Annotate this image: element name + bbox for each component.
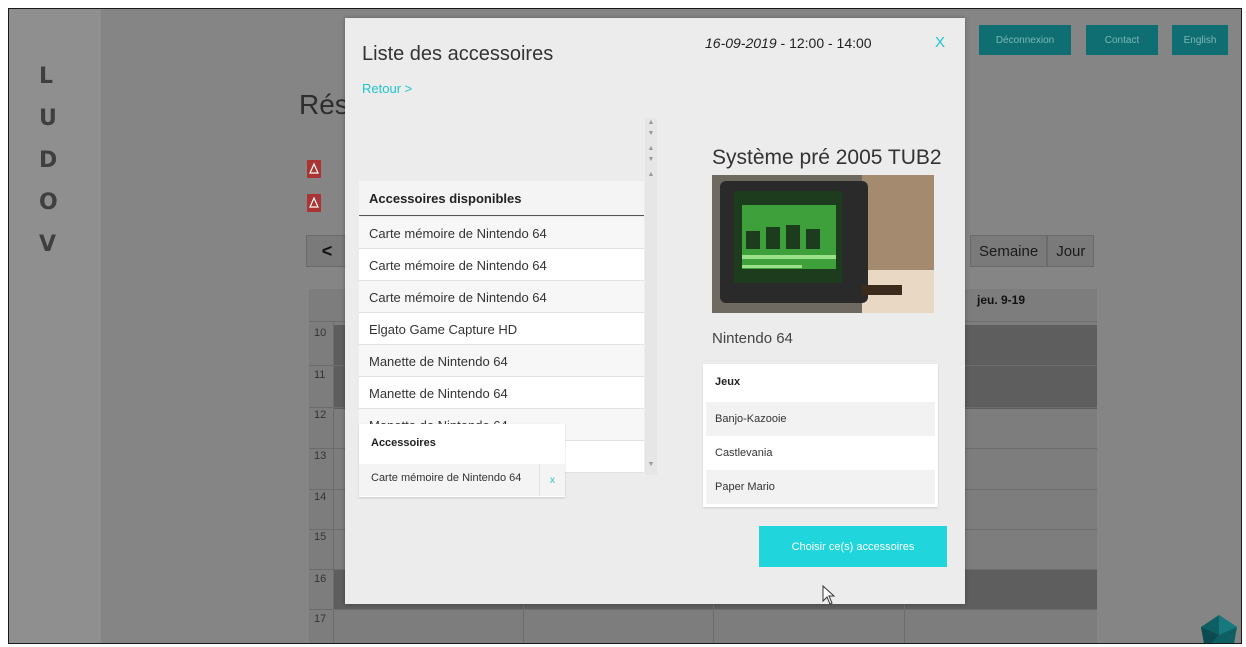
scroll-up-arrow[interactable]: ▲ — [645, 144, 657, 154]
calendar-day-header: jeu. 9-19 — [977, 293, 1026, 307]
back-link[interactable]: Retour > — [362, 81, 412, 96]
prev-button[interactable]: < — [306, 235, 348, 267]
selected-accessory-item: Carte mémoire de Nintendo 64 — [359, 464, 539, 496]
console-name: Nintendo 64 — [712, 330, 793, 347]
selected-accessories: Accessoires Carte mémoire de Nintendo 64… — [359, 424, 565, 497]
remove-accessory-button[interactable]: x — [539, 464, 565, 496]
list-item[interactable]: Carte mémoire de Nintendo 64 — [359, 217, 644, 249]
list-item[interactable]: Carte mémoire de Nintendo 64 — [359, 281, 644, 313]
hour-label: 10 — [314, 327, 327, 339]
console-photo — [712, 175, 934, 313]
games-title: Jeux — [715, 376, 741, 388]
logo-letter: U — [39, 106, 57, 131]
calendar-divider — [309, 609, 1097, 610]
modal-title: Liste des accessoires — [362, 43, 554, 65]
sidebar: L U D O V — [9, 9, 101, 643]
system-title: Système pré 2005 TUB2 — [712, 146, 942, 169]
hour-label: 11 — [314, 369, 326, 381]
scroll-up-arrow[interactable]: ▲ — [645, 118, 657, 128]
hour-label: 16 — [314, 573, 327, 585]
pdf-icon[interactable] — [306, 193, 322, 213]
logo-letter: L — [39, 64, 54, 89]
logo-letter: V — [39, 232, 57, 257]
list-item[interactable]: Manette de Nintendo 64 — [359, 377, 644, 409]
close-button[interactable]: X — [935, 34, 945, 51]
accessories-modal: Liste des accessoires Retour > 16-09-201… — [345, 18, 965, 605]
scroll-up-arrow[interactable]: ▲ — [645, 170, 657, 180]
week-view-button[interactable]: Semaine — [970, 235, 1048, 267]
scroll-down-arrow[interactable]: ▼ — [645, 155, 657, 165]
hour-label: 12 — [314, 409, 327, 421]
calendar-divider — [333, 321, 334, 643]
hour-label: 13 — [314, 450, 327, 462]
scroll-down-arrow[interactable]: ▼ — [645, 460, 657, 470]
reservation-datetime: 16-09-2019 - 12:00 - 14:00 — [705, 35, 872, 51]
list-scrollbar[interactable]: ▲ ▼ ▲ ▼ ▲ ▼ — [645, 118, 657, 475]
game-row: Banjo-Kazooie — [706, 402, 935, 436]
hour-label: 17 — [314, 613, 327, 625]
view-switcher: Semaine Jour — [970, 235, 1095, 267]
day-view-button[interactable]: Jour — [1047, 235, 1095, 267]
list-item[interactable]: Manette de Nintendo 64 — [359, 345, 644, 377]
gem-icon — [1201, 615, 1237, 643]
games-list: Jeux Banjo-Kazooie Castlevania Paper Mar… — [703, 364, 938, 507]
language-button[interactable]: English — [1172, 25, 1228, 55]
available-accessories-list[interactable]: Accessoires disponibles Carte mémoire de… — [359, 118, 644, 475]
logo-letter: D — [39, 148, 58, 173]
pdf-icon[interactable] — [306, 159, 322, 179]
reservation-date: 16-09-2019 — [705, 35, 777, 51]
logout-button[interactable]: Déconnexion — [979, 25, 1071, 55]
hour-label: 15 — [314, 531, 327, 543]
logo-letter: O — [39, 190, 58, 215]
game-row: Castlevania — [706, 436, 935, 470]
reservation-time: - 12:00 - 14:00 — [776, 35, 872, 51]
contact-button[interactable]: Contact — [1086, 25, 1158, 55]
available-accessories-header: Accessoires disponibles — [359, 181, 644, 216]
list-item[interactable]: Elgato Game Capture HD — [359, 313, 644, 345]
game-row: Paper Mario — [706, 470, 935, 504]
scroll-down-arrow[interactable]: ▼ — [645, 129, 657, 139]
selected-accessories-title: Accessoires — [371, 437, 436, 449]
choose-accessories-button[interactable]: Choisir ce(s) accessoires — [759, 526, 947, 567]
list-item[interactable]: Carte mémoire de Nintendo 64 — [359, 249, 644, 281]
hour-label: 14 — [314, 491, 327, 503]
mouse-cursor-icon — [822, 585, 836, 605]
